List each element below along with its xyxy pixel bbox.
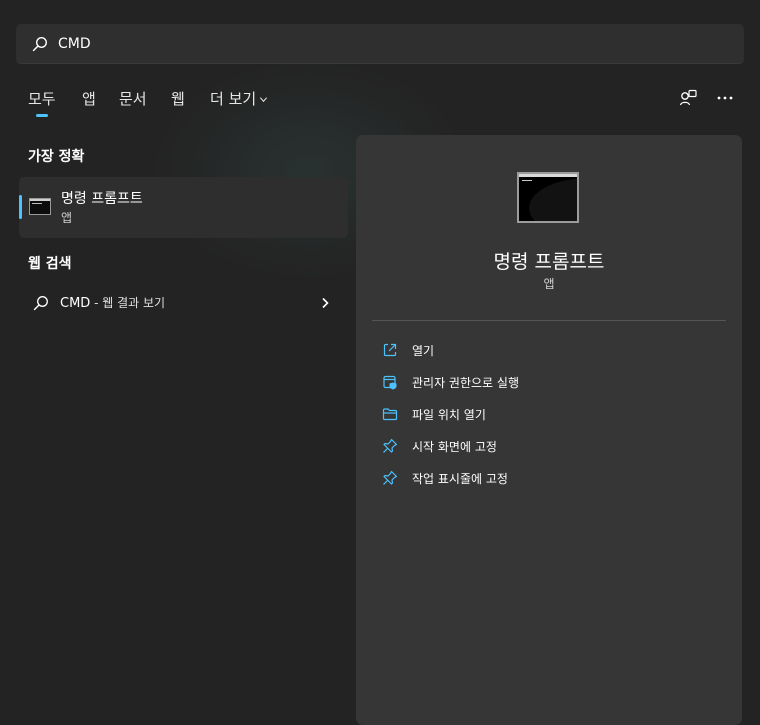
open-external-icon xyxy=(383,343,397,357)
tab-web[interactable]: 웹 xyxy=(171,88,185,109)
chevron-down-icon xyxy=(260,97,268,103)
action-open-file-location[interactable]: 파일 위치 열기 xyxy=(372,400,712,428)
best-match-result[interactable]: 명령 프롬프트 앱 xyxy=(19,177,348,238)
web-search-label: CMD - 웹 결과 보기 xyxy=(60,294,165,311)
web-search-query: CMD xyxy=(60,296,91,311)
selection-indicator xyxy=(19,195,22,219)
shield-admin-icon xyxy=(383,375,397,390)
best-match-title: 명령 프롬프트 xyxy=(61,191,143,207)
tab-documents[interactable]: 문서 xyxy=(119,88,147,109)
action-pin-to-taskbar[interactable]: 작업 표시줄에 고정 xyxy=(372,464,712,492)
cmd-app-large-icon xyxy=(517,172,579,223)
action-pin-to-start-label: 시작 화면에 고정 xyxy=(412,440,497,454)
detail-subtitle: 앱 xyxy=(543,277,555,291)
action-open[interactable]: 열기 xyxy=(372,336,712,364)
pin-icon xyxy=(383,470,398,485)
action-open-file-location-label: 파일 위치 열기 xyxy=(412,408,486,422)
more-options-icon[interactable] xyxy=(715,88,735,108)
action-run-as-admin-label: 관리자 권한으로 실행 xyxy=(412,376,519,390)
pin-icon xyxy=(383,438,398,453)
divider xyxy=(372,320,726,321)
tab-all[interactable]: 모두 xyxy=(28,88,56,109)
web-search-suffix: - 웹 결과 보기 xyxy=(90,296,166,310)
account-switch-icon[interactable] xyxy=(678,88,698,108)
action-pin-to-start[interactable]: 시작 화면에 고정 xyxy=(372,432,712,460)
cmd-app-icon xyxy=(29,198,51,215)
chevron-right-icon[interactable] xyxy=(319,296,331,310)
search-icon xyxy=(32,36,48,52)
action-pin-to-taskbar-label: 작업 표시줄에 고정 xyxy=(412,472,508,486)
tab-more[interactable]: 더 보기 xyxy=(210,88,268,109)
web-search-heading: 웹 검색 xyxy=(28,256,72,272)
action-run-as-admin[interactable]: 관리자 권한으로 실행 xyxy=(372,368,712,396)
folder-icon xyxy=(382,408,398,421)
search-input[interactable] xyxy=(58,33,708,55)
search-icon xyxy=(33,296,48,311)
action-open-label: 열기 xyxy=(412,344,435,358)
web-search-result[interactable]: CMD - 웹 결과 보기 xyxy=(19,285,348,321)
detail-panel: 명령 프롬프트 앱 열기 관리자 권한으로 실행 파일 위치 열기 시작 화면에… xyxy=(356,135,742,725)
tab-apps[interactable]: 앱 xyxy=(82,88,96,109)
detail-title: 명령 프롬프트 xyxy=(493,251,605,273)
best-match-heading: 가장 정확 xyxy=(28,149,85,165)
best-match-subtitle: 앱 xyxy=(61,211,73,225)
search-bar[interactable] xyxy=(16,24,744,64)
tab-more-label: 더 보기 xyxy=(210,90,257,108)
